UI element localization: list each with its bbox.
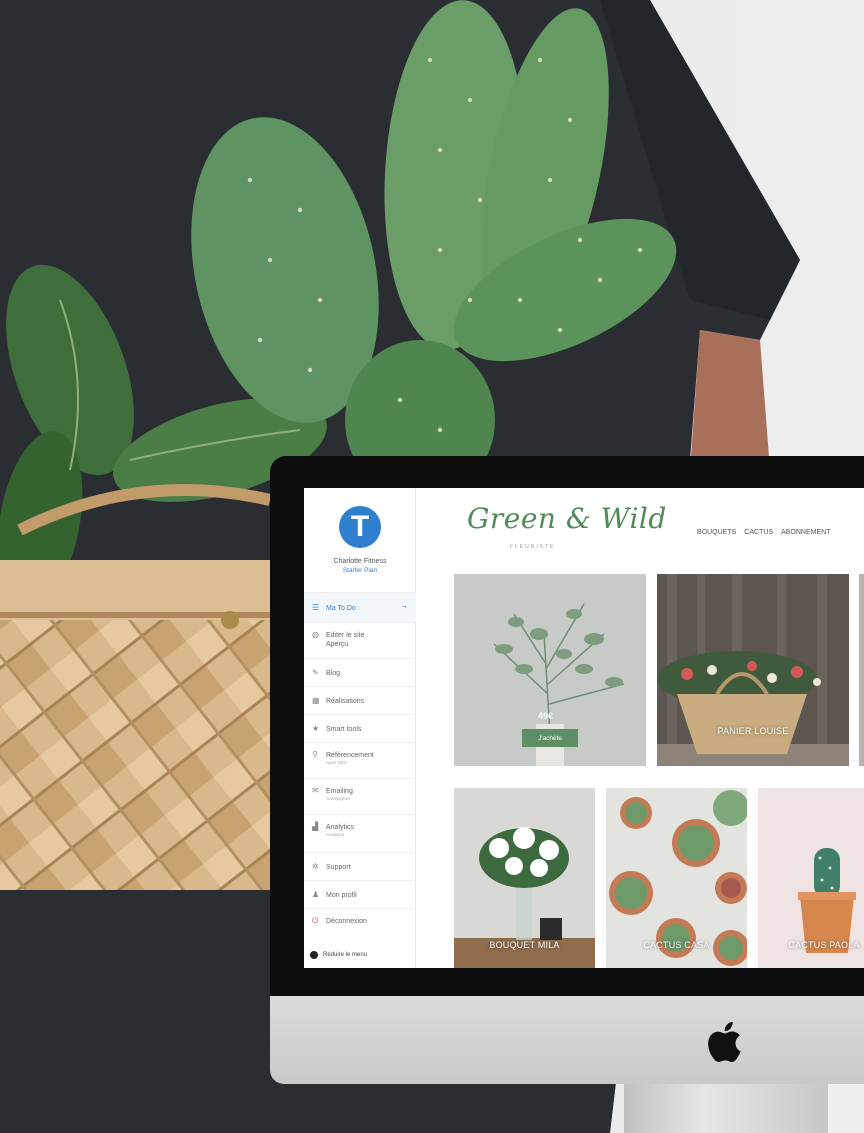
site-logo[interactable]: Green & Wild [467, 502, 667, 535]
menu-item-profile[interactable]: ♟ Mon profil [304, 880, 416, 908]
menu-item-label: Analytics [326, 824, 355, 831]
account-logo[interactable]: T [339, 506, 381, 548]
menu-item-todo[interactable]: ☰ Ma To Do → [304, 592, 416, 622]
account-logo-letter: T [350, 510, 370, 543]
product-price: 49€ [538, 711, 554, 721]
product-label: BOUQUET MILA [489, 940, 560, 950]
menu-item-analytics[interactable]: ▟ Analytics Analytics [304, 814, 416, 852]
monitor-screen: T Charlotte Fitness Starter Plan ☰ Ma To… [304, 488, 864, 968]
website-preview: Green & Wild FLEURISTE BOUQUETS CACTUS A… [417, 488, 864, 968]
menu-item-label: Blog [326, 670, 341, 677]
checklist-icon: ☰ [312, 603, 320, 612]
menu-item-sub: Analytics [326, 832, 345, 838]
star-icon: ★ [312, 724, 320, 733]
menu-item-label: Editer le site [326, 632, 365, 639]
monitor-chin [270, 996, 864, 1084]
gallery-icon: ▦ [312, 696, 320, 705]
menu-item-label: Ma To Do [326, 605, 356, 612]
product-tile[interactable]: PANIER LOUISE [657, 574, 849, 766]
user-icon: ♟ [312, 890, 320, 899]
menu-item-sub: Campagnes [326, 796, 351, 802]
menu-item-support[interactable]: ✲ Support [304, 852, 416, 880]
menu-item-emailing[interactable]: ✉ Emailing Campagnes [304, 778, 416, 814]
menu-item-label: Emailing [326, 788, 353, 795]
menu-item-blog[interactable]: ✎ Blog [304, 658, 416, 686]
product-tile-featured[interactable]: 49€ J'achète [454, 574, 646, 766]
menu-item-seo[interactable]: ⚲ Référencement Ajout SEO [304, 742, 416, 778]
menu-item-label: Mon profil [326, 892, 357, 899]
admin-sidebar: T Charlotte Fitness Starter Plan ☰ Ma To… [304, 488, 416, 968]
collapse-menu-button[interactable]: Réduire le menu [310, 951, 367, 959]
product-label: CACTUS PAOLA [788, 940, 860, 950]
account-plan[interactable]: Starter Plan [304, 567, 416, 574]
menu-item-label: Déconnexion [326, 918, 367, 925]
menu-item-label: Référencement [326, 752, 374, 759]
support-icon: ✲ [312, 862, 319, 871]
pen-icon: ✎ [312, 668, 319, 677]
mail-icon: ✉ [312, 786, 319, 795]
nav-link-cactus[interactable]: CACTUS [744, 529, 773, 536]
menu-item-label: Smart tools [326, 726, 362, 733]
palette-icon: ◍ [312, 630, 319, 639]
menu-item-smart-tools[interactable]: ★ Smart tools [304, 714, 416, 742]
product-label: PANIER LOUISE [717, 726, 789, 736]
product-tile[interactable]: BOUQUET MILA [454, 788, 595, 968]
basket-flowers-image [657, 574, 849, 766]
imac-mockup: T Charlotte Fitness Starter Plan ☰ Ma To… [270, 456, 864, 1133]
site-tagline: FLEURISTE [510, 544, 556, 550]
product-tile[interactable]: CACTUS CASA [606, 788, 747, 968]
menu-item-logout[interactable]: ⏻ Déconnexion [304, 908, 416, 934]
product-label: CACTUS CASA [643, 940, 710, 950]
collapse-label: Réduire le menu [323, 952, 368, 958]
product-tile-partial[interactable] [859, 574, 864, 766]
menu-item-label: Support [326, 864, 351, 871]
product-tile[interactable]: CACTUS PAOLA [758, 788, 864, 968]
search-icon: ⚲ [312, 750, 318, 759]
account-name: Charlotte Fitness [333, 558, 387, 565]
menu-item-edit-site[interactable]: ◍ Editer le site Aperçu [304, 622, 416, 658]
menu-item-sub: Ajout SEO [326, 760, 348, 766]
arrow-right-icon: → [400, 601, 408, 610]
menu-item-realisations[interactable]: ▦ Réalisations [304, 686, 416, 714]
monitor-stand [624, 1084, 828, 1133]
collapse-icon [310, 951, 318, 959]
power-icon: ⏻ [312, 916, 319, 925]
admin-menu: ☰ Ma To Do → ◍ Editer le site Aperçu ✎ Bl… [304, 592, 416, 934]
buy-button[interactable]: J'achète [522, 729, 578, 747]
nav-link-bouquets[interactable]: BOUQUETS [697, 529, 736, 536]
menu-item-sub: Aperçu [326, 641, 349, 649]
chart-icon: ▟ [312, 822, 319, 831]
apple-logo-icon [708, 1021, 741, 1063]
site-nav: BOUQUETS CACTUS ABONNEMENT [697, 529, 830, 536]
menu-item-label: Réalisations [326, 698, 365, 705]
nav-link-abonnement[interactable]: ABONNEMENT [781, 529, 830, 536]
